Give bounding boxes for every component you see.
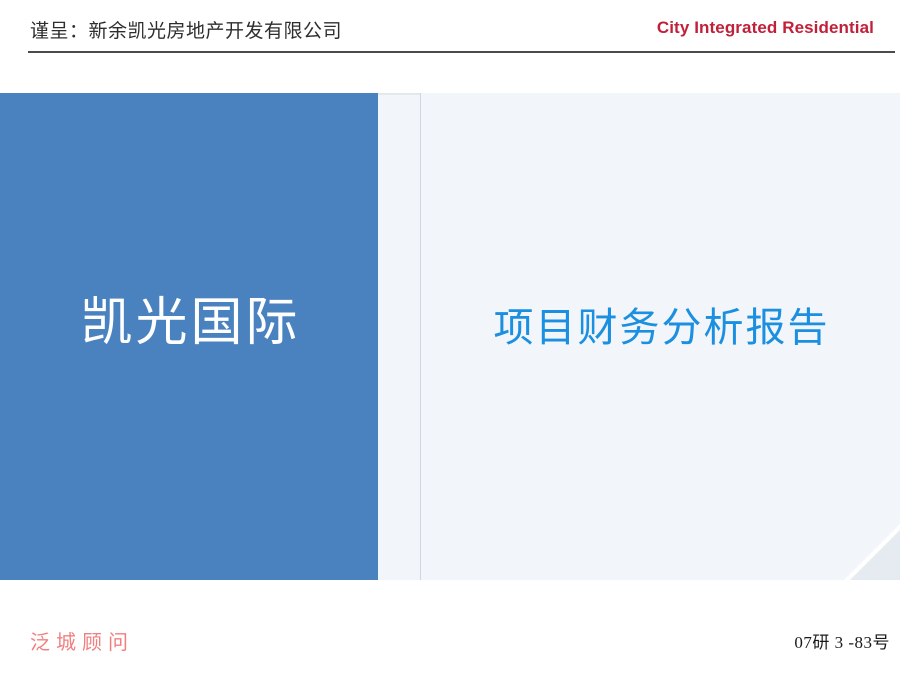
slide-footer: 泛城顾问 07研 3 -83号	[0, 580, 920, 690]
project-name-title: 凯光国际	[80, 295, 301, 352]
blue-cover-panel: 凯光国际	[0, 93, 378, 580]
page-curl-corner	[844, 524, 900, 580]
slide-header: 谨呈：新余凯光房地产开发有限公司 City Integrated Residen…	[0, 0, 920, 53]
page-curl-leaf	[850, 530, 900, 580]
footer-consultant-name: 泛城顾问	[30, 632, 134, 654]
header-brand-title: City Integrated Residential	[656, 18, 874, 37]
report-title-panel: 项目财务分析报告	[421, 93, 900, 580]
report-title: 项目财务分析报告	[493, 305, 830, 350]
slide-content-card: 凯光国际 项目财务分析报告	[0, 93, 900, 580]
footer-document-number: 07研 3 -83号	[794, 633, 890, 652]
header-divider-rule	[28, 51, 895, 53]
header-recipient-label: 谨呈：新余凯光房地产开发有限公司	[30, 21, 343, 42]
presentation-slide: 谨呈：新余凯光房地产开发有限公司 City Integrated Residen…	[0, 0, 920, 690]
